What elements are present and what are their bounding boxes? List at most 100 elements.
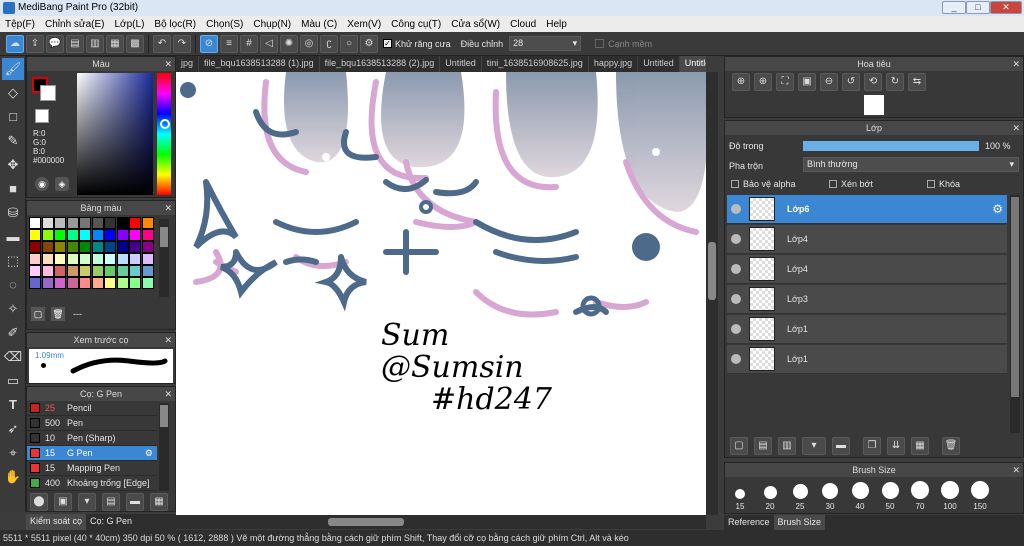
bucket-tool-icon[interactable]: ⛁ xyxy=(2,202,24,224)
snap-off-icon[interactable]: ⊘ xyxy=(200,34,218,53)
palette-swatch[interactable] xyxy=(54,253,66,265)
close-icon[interactable]: ✕ xyxy=(164,333,172,347)
layer-row-selected[interactable]: Lớp6 ⚙ xyxy=(727,195,1007,224)
palette-swatch[interactable] xyxy=(29,217,41,229)
soft-edge-option[interactable]: Cạnh mềm xyxy=(595,39,652,49)
palette-swatch[interactable] xyxy=(104,229,116,241)
visibility-icon[interactable] xyxy=(731,294,741,304)
palette-swatch[interactable] xyxy=(66,241,79,253)
add-brush-icon[interactable]: ⬤ xyxy=(30,493,48,511)
palette-scrollbar[interactable] xyxy=(159,219,169,297)
document-icon[interactable]: ▥ xyxy=(86,34,104,53)
opacity-slider[interactable] xyxy=(803,141,979,151)
menu-window[interactable]: Cửa sổ(W) xyxy=(446,19,505,30)
palette-swatch[interactable] xyxy=(129,253,141,265)
doc-tab-active[interactable]: Untitled xyxy=(679,56,706,72)
brush-size-option[interactable]: 40 xyxy=(845,482,875,511)
background-color[interactable] xyxy=(40,85,56,101)
chat-icon[interactable]: 💬 xyxy=(46,34,64,53)
palette-swatch[interactable] xyxy=(91,229,104,241)
palette-swatch[interactable] xyxy=(79,241,91,253)
palette-swatch[interactable] xyxy=(54,241,66,253)
palette-swatch[interactable] xyxy=(41,253,54,265)
zoom-out-icon[interactable]: ⊖ xyxy=(820,73,838,91)
upload-icon[interactable]: ⇪ xyxy=(26,34,44,53)
add-layer-menu-icon[interactable]: ▾ xyxy=(802,437,826,455)
palette-swatch[interactable] xyxy=(66,229,79,241)
adjust-input[interactable]: 28 ▾ xyxy=(509,36,582,51)
palette-swatch[interactable] xyxy=(66,265,79,277)
palette-swatch[interactable] xyxy=(104,241,116,253)
palette-swatch[interactable] xyxy=(54,265,66,277)
palette-swatch[interactable] xyxy=(129,265,141,277)
layers-icon[interactable]: ▦ xyxy=(106,34,124,53)
palette-swatch[interactable] xyxy=(141,217,154,229)
menu-filter[interactable]: Bộ lọc(R) xyxy=(149,19,201,30)
brush-size-option[interactable]: 25 xyxy=(785,484,815,511)
divide-tool-icon[interactable]: ▭ xyxy=(2,370,24,392)
radial-snap-icon[interactable]: ✺ xyxy=(280,34,298,53)
brush-size-option[interactable]: 30 xyxy=(815,483,845,511)
palette-swatch[interactable] xyxy=(91,217,104,229)
select-eraser-tool-icon[interactable]: ⌫ xyxy=(2,346,24,368)
tab-brush-size[interactable]: Brush Size xyxy=(773,515,826,530)
rotate-left-icon[interactable]: ↺ xyxy=(842,73,860,91)
hue-handle[interactable] xyxy=(160,119,170,129)
gear-icon[interactable]: ⚙ xyxy=(145,448,153,459)
magic-wand-tool-icon[interactable]: ✧ xyxy=(2,298,24,320)
palette-swatch[interactable] xyxy=(29,277,41,289)
palette-swatch[interactable] xyxy=(141,241,154,253)
navigator-thumbnail[interactable] xyxy=(864,95,884,115)
menu-file[interactable]: Tệp(F) xyxy=(0,19,40,30)
palette-swatch[interactable] xyxy=(116,253,129,265)
hand-tool-icon[interactable]: ✋ xyxy=(2,466,24,488)
palette-swatch[interactable] xyxy=(116,265,129,277)
doc-tab[interactable]: tini_1638516908625.jpg xyxy=(482,56,589,72)
menu-select[interactable]: Chọn(S) xyxy=(201,19,248,30)
palette-swatch[interactable] xyxy=(54,229,66,241)
palette-swatch[interactable] xyxy=(79,265,91,277)
palette-swatch[interactable] xyxy=(116,229,129,241)
close-icon[interactable]: ✕ xyxy=(1012,121,1020,135)
brush-item[interactable]: 25 Pencil xyxy=(27,401,157,416)
visibility-icon[interactable] xyxy=(731,324,741,334)
antialias-option[interactable]: ✓ Khử răng cưa xyxy=(383,39,451,49)
cloud-icon[interactable]: ☁ xyxy=(6,34,24,53)
lasso-tool-icon[interactable]: ◌ xyxy=(2,274,24,296)
palette-swatch[interactable] xyxy=(116,277,129,289)
brush-item[interactable]: 400 Khoảng trống [Edge] xyxy=(27,476,157,491)
eraser-tool-icon[interactable]: ◇ xyxy=(2,82,24,104)
palette-swatch[interactable] xyxy=(116,241,129,253)
import-brush-icon[interactable]: ▤ xyxy=(102,493,120,511)
brush-size-option[interactable]: 70 xyxy=(905,481,935,511)
layer-scrollbar[interactable] xyxy=(1010,195,1020,433)
palette-swatch[interactable] xyxy=(29,253,41,265)
vertical-scroll-thumb[interactable] xyxy=(708,242,716,300)
protect-alpha-checkbox[interactable] xyxy=(731,180,739,188)
grid-snap-icon[interactable]: # xyxy=(240,34,258,53)
brush-size-option[interactable]: 100 xyxy=(935,481,965,511)
close-icon[interactable]: ✕ xyxy=(164,201,172,215)
palette-swatch[interactable] xyxy=(141,277,154,289)
select-pen-tool-icon[interactable]: ✐ xyxy=(2,322,24,344)
palette-swatch[interactable] xyxy=(141,265,154,277)
palette-swatch[interactable] xyxy=(91,253,104,265)
layer-row[interactable]: Lớp4 xyxy=(727,225,1007,254)
palette-swatch[interactable] xyxy=(104,217,116,229)
operation-tool-icon[interactable]: ➶ xyxy=(2,418,24,440)
brush-item-selected[interactable]: 15 G Pen ⚙ xyxy=(27,446,157,461)
palette-swatch[interactable] xyxy=(129,229,141,241)
soft-edge-checkbox[interactable] xyxy=(595,39,605,48)
antialias-checkbox[interactable]: ✓ xyxy=(383,39,392,48)
trash-icon[interactable]: 🗑 xyxy=(51,307,65,321)
visibility-icon[interactable] xyxy=(731,234,741,244)
zoom-in-icon[interactable]: ⊕ xyxy=(754,73,772,91)
brush-item[interactable]: 10 Pen (Sharp) xyxy=(27,431,157,446)
brush-scrollbar[interactable] xyxy=(159,403,169,491)
close-icon[interactable]: ✕ xyxy=(1012,57,1020,71)
fill-rect-tool-icon[interactable]: ■ xyxy=(2,178,24,200)
transparent-color[interactable] xyxy=(35,109,49,123)
palette-swatch[interactable] xyxy=(91,265,104,277)
zoom-icon[interactable]: ⊕ xyxy=(732,73,750,91)
vertical-scrollbar[interactable] xyxy=(706,72,718,515)
